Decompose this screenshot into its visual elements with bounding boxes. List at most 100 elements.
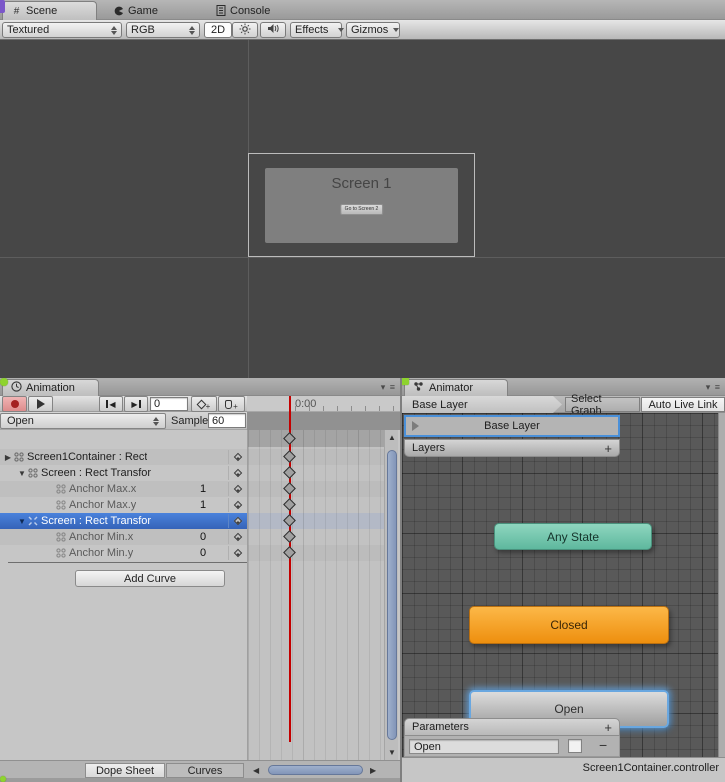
- bottom-strip: [0, 778, 400, 782]
- canvas-outline[interactable]: Screen 1 Go to Screen 2: [248, 153, 475, 257]
- scene-axis-horizontal: [0, 257, 725, 258]
- animator-breadcrumb-row: Base Layer Select Graph Auto Live Link: [402, 396, 725, 413]
- scroll-up-icon[interactable]: ▲: [385, 433, 399, 442]
- lighting-toggle[interactable]: [232, 22, 258, 38]
- scroll-left-icon[interactable]: ◀: [253, 766, 259, 775]
- scene-toolbar: Textured RGB 2D Effects: [0, 20, 725, 40]
- shading-mode-dropdown[interactable]: Textured: [2, 22, 122, 38]
- add-key-icon[interactable]: [228, 482, 246, 496]
- clip-dropdown[interactable]: Open: [0, 413, 166, 429]
- tab-curves[interactable]: Curves: [166, 763, 244, 778]
- anim-row-screen1container[interactable]: ▶ Screen1Container : Rect: [0, 449, 247, 465]
- goto-screen2-button[interactable]: Go to Screen 2: [340, 204, 384, 215]
- parameter-name-field[interactable]: Open: [409, 739, 559, 754]
- gizmos-dropdown[interactable]: Gizmos: [346, 22, 400, 38]
- add-keyframe-button[interactable]: +: [191, 396, 217, 412]
- panel-menu-icon[interactable]: [381, 382, 396, 393]
- add-event-icon: [225, 400, 232, 409]
- 2d-toggle[interactable]: 2D: [204, 22, 232, 38]
- next-key-button[interactable]: ▶: [124, 396, 148, 412]
- dopesheet[interactable]: [247, 430, 384, 760]
- status-dot: [0, 378, 8, 386]
- tab-console[interactable]: Console: [207, 1, 297, 20]
- add-parameter-button[interactable]: +: [604, 721, 612, 734]
- timeline-ruler[interactable]: 0:00: [247, 396, 400, 412]
- tab-animator-label: Animator: [429, 382, 473, 394]
- status-dot: [0, 776, 6, 782]
- breadcrumb-base-layer[interactable]: Base Layer: [402, 396, 562, 413]
- anim-row-anchor-min-x[interactable]: Anchor Min.x 0: [0, 529, 247, 545]
- anim-row-anchor-max-x[interactable]: Anchor Max.x 1: [0, 481, 247, 497]
- layers-header[interactable]: Layers +: [404, 439, 620, 457]
- foldout-icon[interactable]: ▶: [3, 453, 13, 462]
- tab-scene-label: Scene: [26, 5, 57, 17]
- tab-dope-sheet[interactable]: Dope Sheet: [85, 763, 165, 778]
- anim-row-anchor-min-y[interactable]: Anchor Min.y 0: [0, 545, 247, 561]
- screen1-panel[interactable]: Screen 1 Go to Screen 2: [265, 168, 458, 243]
- sample-label: Sample: [171, 415, 208, 427]
- scroll-down-icon[interactable]: ▼: [385, 748, 399, 757]
- remove-parameter-button[interactable]: −: [599, 737, 607, 753]
- next-key-icon: ▶: [131, 400, 140, 409]
- graph-scrollbar[interactable]: [718, 413, 725, 757]
- add-key-icon[interactable]: [228, 514, 246, 528]
- tab-scene[interactable]: # Scene: [2, 1, 97, 20]
- state-node-any-state[interactable]: Any State: [494, 523, 652, 550]
- add-key-icon[interactable]: [228, 546, 246, 560]
- game-icon: [113, 5, 124, 16]
- anim-row-screen-rect-2-selected[interactable]: ▼ Screen : Rect Transfor: [0, 513, 247, 529]
- add-key-icon[interactable]: [228, 450, 246, 464]
- clip-row: Open Sample 60: [0, 412, 247, 430]
- effects-dropdown[interactable]: Effects: [290, 22, 342, 38]
- scroll-right-icon[interactable]: ▶: [370, 766, 376, 775]
- add-key-icon[interactable]: [228, 530, 246, 544]
- sample-field[interactable]: 60: [208, 413, 246, 428]
- tab-game[interactable]: Game: [105, 1, 190, 20]
- animator-icon: [413, 381, 425, 395]
- record-button[interactable]: [2, 396, 27, 412]
- state-node-closed[interactable]: Closed: [469, 606, 669, 644]
- add-curve-button[interactable]: Add Curve: [75, 570, 225, 587]
- frame-field[interactable]: 0: [150, 397, 188, 411]
- play-button[interactable]: [28, 396, 53, 412]
- add-event-button[interactable]: +: [218, 396, 245, 412]
- scene-viewport[interactable]: Screen 1 Go to Screen 2: [0, 40, 725, 378]
- anim-row-anchor-max-y[interactable]: Anchor Max.y 1: [0, 497, 247, 513]
- animation-tabbar: Animation: [0, 378, 400, 396]
- audio-toggle[interactable]: [260, 22, 286, 38]
- tab-animation[interactable]: Animation: [2, 379, 99, 396]
- sun-icon: [239, 23, 251, 38]
- parameters-header[interactable]: Parameters +: [404, 718, 620, 736]
- move-tool-icon: [27, 515, 39, 527]
- console-icon: [215, 5, 226, 16]
- add-key-icon[interactable]: [228, 466, 246, 480]
- anim-row-screen-rect-1[interactable]: ▼ Screen : Rect Transfor: [0, 465, 247, 481]
- prev-key-button[interactable]: ◀: [99, 396, 123, 412]
- vertical-scrollbar[interactable]: ▲ ▼: [384, 430, 398, 760]
- layer-item-base-layer[interactable]: Base Layer: [404, 415, 620, 437]
- unity-editor: # Scene Game Console Textured: [0, 0, 725, 782]
- rect-transform-icon: [27, 467, 39, 479]
- list-divider: [8, 562, 247, 563]
- select-graph-button[interactable]: Select Graph: [565, 397, 640, 412]
- add-layer-button[interactable]: +: [604, 442, 612, 455]
- render-channel-dropdown[interactable]: RGB: [126, 22, 200, 38]
- add-keyframe-icon: [196, 399, 206, 409]
- record-icon: [11, 400, 19, 408]
- panel-menu-icon[interactable]: [706, 382, 721, 393]
- animator-pane: Animator Base Layer Select Graph Auto Li…: [400, 378, 725, 782]
- tab-animator[interactable]: Animator: [404, 379, 508, 396]
- rect-transform-icon: [55, 483, 67, 495]
- add-key-icon[interactable]: [228, 498, 246, 512]
- foldout-icon[interactable]: ▼: [17, 517, 27, 526]
- foldout-icon[interactable]: ▼: [17, 469, 27, 478]
- scrollbar-thumb[interactable]: [387, 450, 397, 740]
- playhead[interactable]: [289, 396, 291, 742]
- rect-transform-icon: [55, 531, 67, 543]
- parameter-checkbox[interactable]: [568, 739, 582, 753]
- dock-accent-mark: [0, 0, 5, 13]
- animation-controls: ◀ ▶ 0 + +: [0, 396, 247, 412]
- hscrollbar-thumb[interactable]: [268, 765, 363, 775]
- auto-live-link-button[interactable]: Auto Live Link: [641, 397, 725, 412]
- animator-graph[interactable]: Any State Closed Open: [402, 413, 725, 757]
